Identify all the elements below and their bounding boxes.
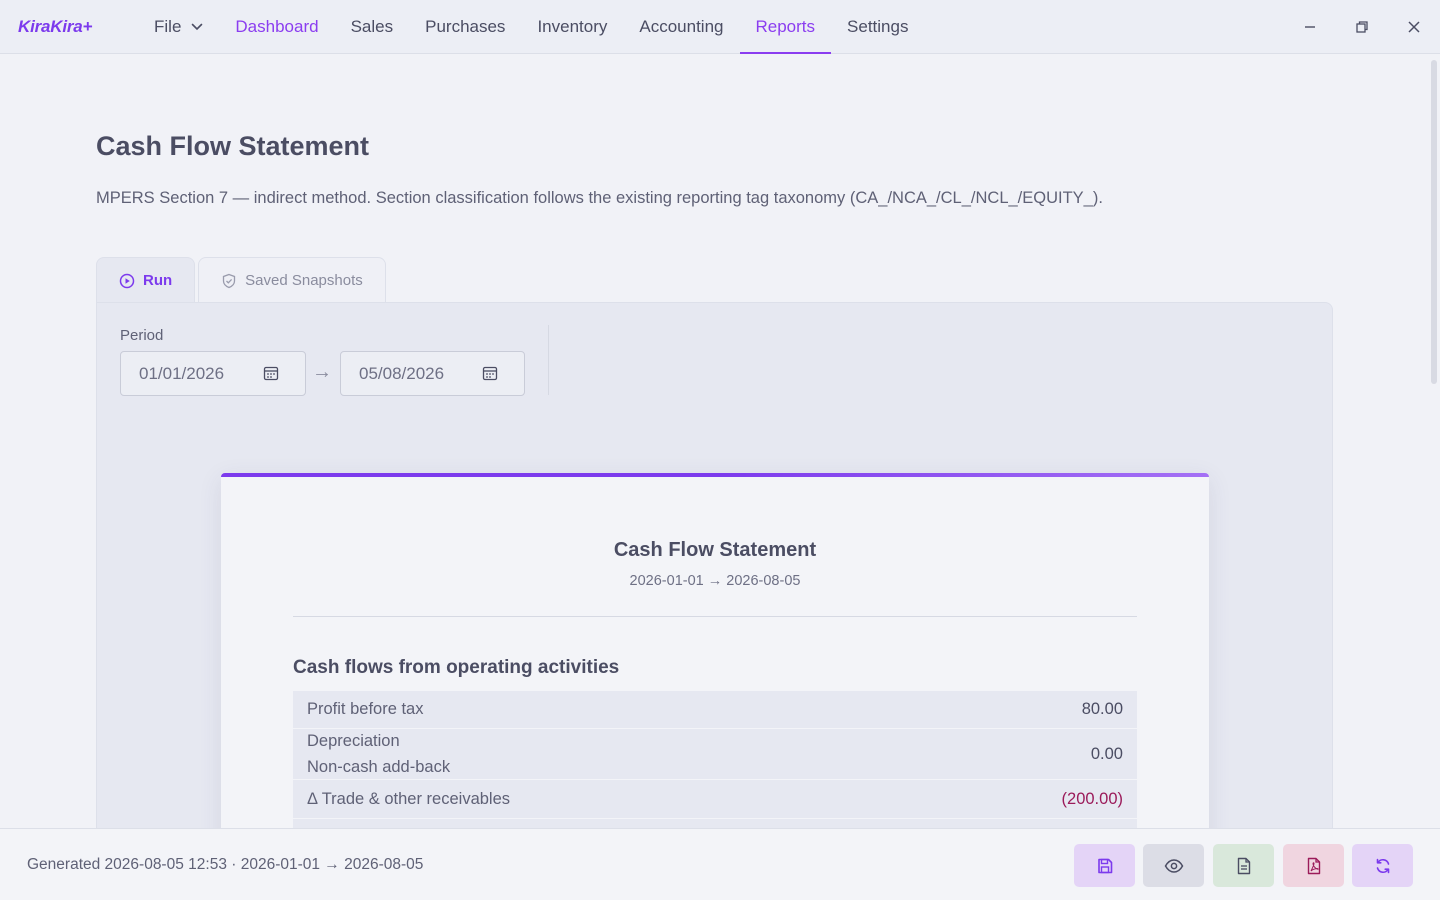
calendar-icon[interactable] [263,365,279,386]
menu-reports[interactable]: Reports [739,0,832,54]
footer-bar: Generated 2026-08-05 12:53 · 2026-01-01 … [0,828,1440,900]
tab-run-label: Run [143,272,173,289]
period-label: Period [120,327,164,344]
pdf-icon [1307,857,1320,874]
minimize-icon [1305,26,1315,28]
menu-settings[interactable]: Settings [831,0,924,54]
row-value: (200.00) [1061,789,1123,808]
row-label-group: Depreciation Non-cash add-back [307,732,450,777]
date-to-input[interactable]: 05/08/2026 [340,351,525,396]
shield-check-icon [223,273,236,288]
table-row: Δ Trade & other receivables (200.00) [293,780,1137,819]
vertical-scrollbar[interactable] [1428,54,1440,828]
scrollbar-thumb[interactable] [1431,60,1437,384]
tab-snapshots-label: Saved Snapshots [245,272,363,289]
date-from-input[interactable]: 01/01/2026 [120,351,306,396]
content-area: Cash Flow Statement MPERS Section 7 — in… [0,54,1428,828]
menu-file-label: File [154,17,182,36]
app-logo: KiraKira+ [18,17,93,36]
close-icon [1408,21,1420,33]
menu-dashboard[interactable]: Dashboard [219,0,334,54]
page-title: Cash Flow Statement [96,131,370,161]
date-range-arrow: → [312,361,332,383]
table-row: Depreciation Non-cash add-back 0.00 [293,729,1137,780]
report-period: 2026-01-01 → 2026-08-05 [629,573,801,589]
operating-table: Profit before tax 80.00 Depreciation Non… [293,691,1137,828]
table-row [293,819,1137,828]
menu-purchases[interactable]: Purchases [409,0,521,54]
menu-sales[interactable]: Sales [335,0,410,54]
preview-button[interactable] [1143,844,1204,887]
section-operating-heading: Cash flows from operating activities [293,657,620,678]
document-icon [1237,857,1250,874]
row-label: Depreciation [307,731,400,750]
filter-divider [548,325,549,395]
close-button[interactable] [1388,0,1440,54]
chevron-down-icon [191,23,203,31]
tab-saved-snapshots[interactable]: Saved Snapshots [198,257,386,303]
page-description: MPERS Section 7 — indirect method. Secti… [96,189,1103,207]
generated-status: Generated 2026-08-05 12:53 · 2026-01-01 … [27,856,424,873]
report-tabs: Run Saved Snapshots [96,257,386,303]
table-row: Profit before tax 80.00 [293,691,1137,729]
main-menu: File Dashboard Sales Purchases Inventory… [138,0,924,54]
save-icon [1097,858,1112,873]
restore-button[interactable] [1336,0,1388,54]
report-divider [293,616,1137,617]
date-from-value: 01/01/2026 [139,363,225,383]
export-csv-button[interactable] [1213,844,1274,887]
menu-file[interactable]: File [138,0,219,54]
menu-inventory[interactable]: Inventory [521,0,623,54]
play-circle-icon [119,273,135,288]
row-value: 80.00 [1081,700,1123,718]
run-panel: Period 01/01/2026 → 05/08/2026 Cash Flow… [96,302,1333,828]
save-snapshot-button[interactable] [1074,844,1135,887]
report-card: Cash Flow Statement 2026-01-01 → 2026-08… [221,473,1209,828]
export-pdf-button[interactable] [1283,844,1344,887]
row-label: Δ Trade & other receivables [307,789,511,808]
menu-accounting[interactable]: Accounting [623,0,739,54]
restore-icon [1356,21,1368,33]
report-title: Cash Flow Statement [613,539,817,561]
minimize-button[interactable] [1284,0,1336,54]
refresh-button[interactable] [1352,844,1413,887]
calendar-icon[interactable] [482,365,498,386]
top-bar: KiraKira+ File Dashboard Sales Purchases… [0,0,1440,54]
tab-run[interactable]: Run [96,257,196,303]
row-value: 0.00 [1090,744,1123,763]
eye-icon [1164,858,1183,873]
row-sublabel: Non-cash add-back [307,757,451,776]
date-to-value: 05/08/2026 [359,363,445,383]
refresh-icon [1376,858,1389,873]
row-label: Profit before tax [307,700,424,718]
report-accent-bar [221,473,1209,477]
